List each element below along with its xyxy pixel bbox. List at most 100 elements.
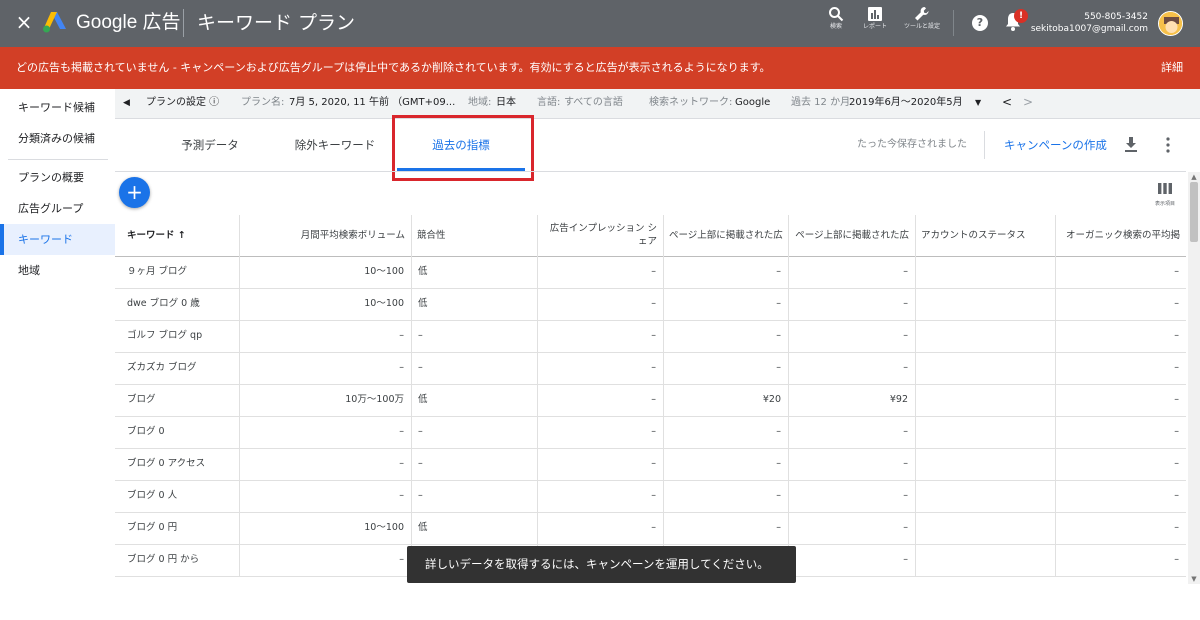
- table-cell: –: [903, 298, 908, 309]
- reports-caption: レポート: [862, 23, 887, 30]
- column-header[interactable]: 広告インプレッション シェア: [537, 215, 663, 256]
- column-header[interactable]: ページ上部に掲載された広: [663, 215, 788, 256]
- table-cell: –: [651, 426, 656, 437]
- table-cell: –: [1174, 266, 1179, 277]
- network-value[interactable]: Google: [735, 96, 770, 110]
- table-column-divider: [788, 215, 789, 576]
- table-cell: –: [903, 522, 908, 533]
- header-divider: [183, 9, 184, 37]
- collapse-panel-icon[interactable]: ◀: [123, 96, 130, 110]
- table-cell: 低: [418, 266, 428, 277]
- table-column-divider: [537, 215, 538, 576]
- period-dropdown-icon[interactable]: ▼: [975, 96, 981, 110]
- keyword-cell: ９ヶ月 ブログ: [127, 266, 188, 277]
- tools-button[interactable]: ツールと設定: [902, 6, 942, 42]
- sidebar-item-keyword-ideas[interactable]: キーワード候補: [0, 92, 115, 123]
- table-cell: 低: [418, 394, 428, 405]
- plan-name-value[interactable]: 7月 5, 2020, 11 午前 （GMT+09...: [289, 96, 455, 110]
- column-header[interactable]: オーガニック検索の平均掲: [1055, 215, 1186, 256]
- table-cell: –: [776, 330, 781, 341]
- plan-filter-bar: ◀ プランの設定 ⓘ プラン名: 7月 5, 2020, 11 午前 （GMT+…: [115, 89, 1200, 118]
- close-icon[interactable]: ×: [14, 11, 34, 33]
- table-cell: –: [399, 362, 404, 373]
- language-value[interactable]: すべての言語: [564, 96, 623, 110]
- search-caption: 検索: [829, 23, 842, 30]
- avatar-image-icon: [1159, 12, 1182, 35]
- table-cell: –: [903, 490, 908, 501]
- snackbar-toast: 詳しいデータを取得するには、キャンペーンを運用してください。: [407, 546, 796, 583]
- search-button[interactable]: 検索: [816, 6, 856, 42]
- table-column-divider: [915, 215, 916, 576]
- region-value[interactable]: 日本: [496, 96, 516, 110]
- sidebar-item-locations[interactable]: 地域: [0, 255, 115, 286]
- keyword-cell: dwe ブログ 0 歳: [127, 298, 200, 309]
- keyword-cell: ブログ 0 アクセス: [127, 458, 206, 469]
- table-cell: –: [418, 426, 423, 437]
- create-campaign-button[interactable]: キャンペーンの作成: [1004, 137, 1107, 153]
- column-header[interactable]: 競合性: [411, 215, 537, 256]
- scroll-down-arrow[interactable]: ▼: [1188, 574, 1200, 584]
- download-icon[interactable]: [1123, 136, 1139, 154]
- wrench-icon: [915, 7, 929, 21]
- sidebar-item-plan-overview[interactable]: プランの概要: [0, 162, 115, 193]
- table-cell: –: [418, 490, 423, 501]
- period-value[interactable]: 2019年6月～2020年5月: [849, 96, 963, 110]
- sidebar-divider: [8, 159, 108, 160]
- language-label: 言語:: [537, 97, 561, 108]
- alert-banner: どの広告も掲載されていません - キャンペーンおよび広告グループは停止中であるか…: [0, 47, 1200, 89]
- header-separator: [953, 10, 954, 36]
- help-icon[interactable]: ?: [972, 15, 988, 31]
- add-keywords-button[interactable]: +: [119, 177, 150, 208]
- table-cell: 低: [418, 522, 428, 533]
- keyword-cell: ズカズカ ブログ: [127, 362, 197, 373]
- table-cell: [915, 416, 1055, 448]
- table-cell: 10～100: [364, 298, 404, 309]
- keyword-cell: ブログ 0: [127, 426, 165, 437]
- tab-forecast[interactable]: 予測データ: [155, 119, 265, 171]
- notifications-button[interactable]: !: [1004, 9, 1028, 34]
- table-cell: 10～100: [364, 522, 404, 533]
- sidebar-item-keywords[interactable]: キーワード: [0, 224, 115, 255]
- sidebar-item-grouped-ideas[interactable]: 分類済みの候補: [0, 123, 115, 154]
- table-cell: –: [651, 490, 656, 501]
- columns-caption: 表示項目: [1154, 201, 1175, 207]
- network-label: 検索ネットワーク:: [649, 97, 733, 108]
- reports-button[interactable]: レポート: [855, 6, 895, 42]
- columns-button[interactable]: 表示項目: [1151, 179, 1179, 207]
- table-cell: –: [903, 554, 908, 565]
- table-column-divider: [1055, 215, 1056, 576]
- next-period-icon[interactable]: >: [1023, 95, 1033, 109]
- alert-detail-link[interactable]: 詳細: [1161, 60, 1183, 76]
- table-cell: –: [1174, 362, 1179, 373]
- table-cell: –: [399, 330, 404, 341]
- tab-negative-keywords[interactable]: 除外キーワード: [280, 119, 390, 171]
- plan-settings-label[interactable]: プランの設定 ⓘ: [146, 96, 219, 110]
- table-cell: –: [1174, 394, 1179, 405]
- account-switcher[interactable]: 550-805-3452 sekitoba1007@gmail.com: [1031, 11, 1148, 35]
- product-name: Google 広告: [76, 12, 181, 33]
- table-cell: –: [776, 298, 781, 309]
- sidebar-item-ad-groups[interactable]: 広告グループ: [0, 193, 115, 224]
- table-cell: [915, 384, 1055, 416]
- prev-period-icon[interactable]: <: [1002, 95, 1012, 109]
- column-header[interactable]: キーワード ↑: [115, 215, 239, 256]
- column-header[interactable]: ページ上部に掲載された広: [788, 215, 915, 256]
- reports-icon: [868, 7, 882, 21]
- avatar[interactable]: [1158, 11, 1183, 36]
- table-cell: ¥92: [889, 394, 908, 405]
- table-cell: –: [651, 458, 656, 469]
- table-cell: [915, 320, 1055, 352]
- vertical-scrollbar-thumb[interactable]: [1190, 182, 1198, 242]
- account-email: sekitoba1007@gmail.com: [1030, 24, 1148, 34]
- table-cell: [915, 512, 1055, 544]
- keyword-cell: ブログ: [127, 394, 156, 405]
- scroll-up-arrow[interactable]: ▲: [1188, 172, 1200, 182]
- main-panel: 予測データ 除外キーワード 過去の指標 たった今保存されました キャンペーンの作…: [115, 115, 1200, 620]
- more-vert-icon[interactable]: [1162, 136, 1174, 154]
- toolbar-divider: [984, 131, 985, 159]
- column-header[interactable]: アカウントのステータス: [915, 215, 1055, 256]
- column-header[interactable]: 月間平均検索ボリューム: [239, 215, 411, 256]
- table-cell: [915, 288, 1055, 320]
- keyword-cell: ブログ 0 人: [127, 490, 178, 501]
- table-cell: –: [1174, 330, 1179, 341]
